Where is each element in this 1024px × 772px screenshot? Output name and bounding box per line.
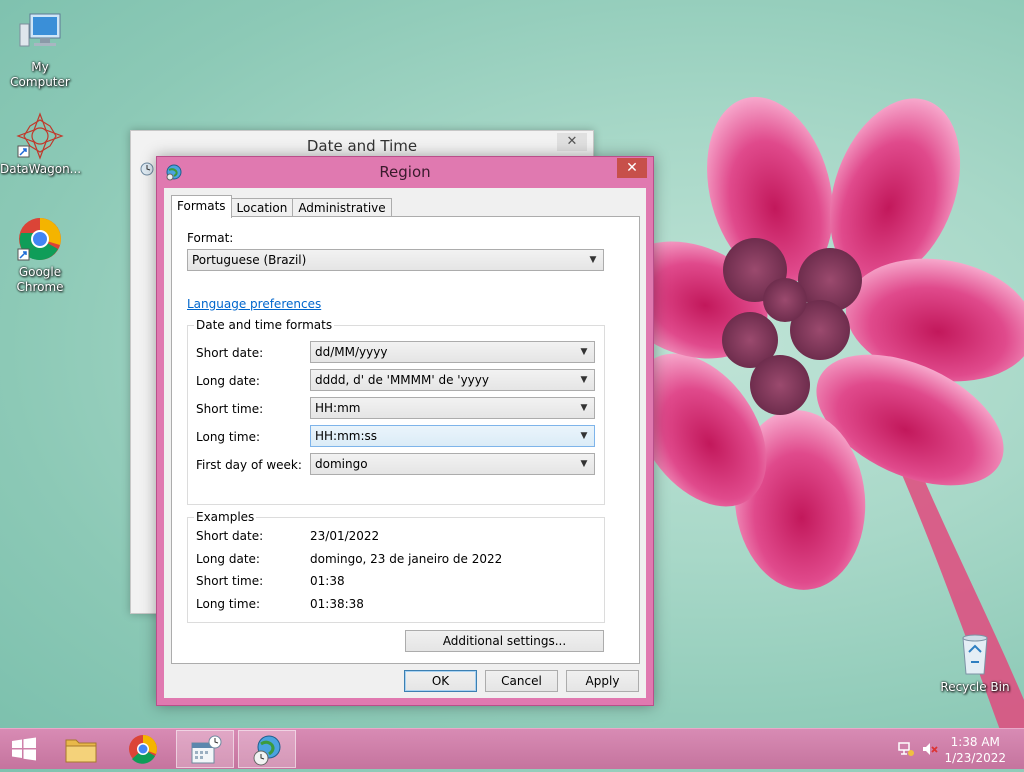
clock-date: 1/23/2022 bbox=[944, 751, 1006, 765]
datawagon-star-icon bbox=[16, 112, 64, 160]
short-date-value: dd/MM/yyyy bbox=[315, 345, 388, 359]
dialog-title: Region bbox=[379, 163, 431, 181]
window-title: Date and Time bbox=[306, 137, 418, 155]
computer-icon bbox=[16, 10, 64, 58]
recycle-bin-desktop-icon[interactable]: Recycle Bin bbox=[935, 630, 1015, 695]
chrome-desktop-icon[interactable]: Google Chrome bbox=[0, 215, 80, 295]
group-title: Date and time formats bbox=[194, 318, 335, 332]
apply-button[interactable]: Apply bbox=[566, 670, 639, 692]
tab-location[interactable]: Location bbox=[230, 198, 294, 218]
short-date-label: Short date: bbox=[196, 346, 264, 360]
chevron-down-icon: ▼ bbox=[580, 347, 588, 357]
title-bar[interactable]: Region ✕ bbox=[157, 157, 653, 187]
format-select[interactable]: Portuguese (Brazil) ▼ bbox=[187, 249, 604, 271]
taskbar: 1:38 AM 1/23/2022 bbox=[0, 728, 1024, 769]
ok-button[interactable]: OK bbox=[404, 670, 477, 692]
datawagon-desktop-icon[interactable]: DataWagon... bbox=[0, 112, 82, 177]
long-date-label: Long date: bbox=[196, 374, 260, 388]
icon-label: Google Chrome bbox=[16, 265, 64, 294]
dialog-client-area: Formats Location Administrative Format: … bbox=[164, 188, 646, 698]
format-label: Format: bbox=[187, 231, 234, 245]
example-short-date-label: Short date: bbox=[196, 529, 264, 543]
date-time-taskbar-button[interactable] bbox=[176, 730, 234, 768]
region-taskbar-button[interactable] bbox=[238, 730, 296, 768]
chevron-down-icon: ▼ bbox=[580, 459, 588, 469]
example-long-date-value: domingo, 23 de janeiro de 2022 bbox=[310, 552, 503, 566]
chevron-down-icon: ▼ bbox=[580, 431, 588, 441]
cancel-button[interactable]: Cancel bbox=[485, 670, 558, 692]
formats-panel: Format: Portuguese (Brazil) ▼ Language p… bbox=[171, 216, 640, 664]
file-explorer-taskbar-button[interactable] bbox=[52, 730, 110, 768]
example-long-date-label: Long date: bbox=[196, 552, 260, 566]
date-time-formats-group: Date and time formats Short date: dd/MM/… bbox=[187, 318, 605, 505]
close-button[interactable]: ✕ bbox=[557, 133, 587, 151]
long-date-select[interactable]: dddd, d' de 'MMMM' de 'yyyy ▼ bbox=[310, 369, 595, 391]
first-day-of-week-select[interactable]: domingo ▼ bbox=[310, 453, 595, 475]
clock-icon bbox=[139, 161, 155, 177]
short-time-select[interactable]: HH:mm ▼ bbox=[310, 397, 595, 419]
long-time-value: HH:mm:ss bbox=[315, 429, 378, 443]
taskbar-clock[interactable]: 1:38 AM 1/23/2022 bbox=[944, 734, 1006, 766]
start-button[interactable] bbox=[0, 730, 58, 768]
icon-label: Recycle Bin bbox=[940, 680, 1010, 694]
my-computer-desktop-icon[interactable]: My Computer bbox=[0, 10, 80, 90]
language-preferences-link[interactable]: Language preferences bbox=[187, 297, 321, 311]
region-dialog[interactable]: Region ✕ Formats Location Administrative… bbox=[156, 156, 654, 706]
chrome-taskbar-button[interactable] bbox=[114, 730, 172, 768]
format-value: Portuguese (Brazil) bbox=[192, 253, 307, 267]
chrome-icon bbox=[129, 735, 157, 764]
long-time-select[interactable]: HH:mm:ss ▼ bbox=[310, 425, 595, 447]
long-time-label: Long time: bbox=[196, 430, 261, 444]
additional-settings-button[interactable]: Additional settings... bbox=[405, 630, 604, 652]
example-short-time-label: Short time: bbox=[196, 574, 264, 588]
tab-formats[interactable]: Formats bbox=[171, 195, 232, 218]
group-title: Examples bbox=[194, 510, 257, 524]
first-day-of-week-label: First day of week: bbox=[196, 458, 302, 472]
chevron-down-icon: ▼ bbox=[580, 375, 588, 385]
windows-logo-icon bbox=[12, 737, 36, 761]
example-long-time-value: 01:38:38 bbox=[310, 597, 364, 611]
recycle-bin-icon bbox=[951, 630, 999, 678]
first-day-of-week-value: domingo bbox=[315, 457, 368, 471]
network-icon[interactable] bbox=[897, 740, 915, 758]
globe-clock-icon bbox=[253, 735, 281, 766]
chevron-down-icon: ▼ bbox=[580, 403, 588, 413]
short-date-select[interactable]: dd/MM/yyyy ▼ bbox=[310, 341, 595, 363]
close-button[interactable]: ✕ bbox=[617, 158, 647, 178]
icon-label: DataWagon... bbox=[0, 162, 82, 176]
chrome-icon bbox=[16, 215, 64, 263]
examples-group: Examples Short date: 23/01/2022 Long dat… bbox=[187, 510, 605, 623]
volume-muted-icon[interactable] bbox=[921, 740, 939, 758]
calendar-clock-icon bbox=[191, 735, 222, 764]
example-short-time-value: 01:38 bbox=[310, 574, 345, 588]
long-date-value: dddd, d' de 'MMMM' de 'yyyy bbox=[315, 373, 489, 387]
folder-icon bbox=[65, 739, 97, 763]
icon-label: My Computer bbox=[10, 60, 70, 89]
example-short-date-value: 23/01/2022 bbox=[310, 529, 380, 543]
short-time-value: HH:mm bbox=[315, 401, 361, 415]
tab-administrative[interactable]: Administrative bbox=[292, 198, 392, 218]
chevron-down-icon: ▼ bbox=[589, 255, 597, 265]
clock-time: 1:38 AM bbox=[950, 735, 1000, 749]
tab-strip: Formats Location Administrative bbox=[171, 195, 392, 218]
example-long-time-label: Long time: bbox=[196, 597, 261, 611]
short-time-label: Short time: bbox=[196, 402, 264, 416]
